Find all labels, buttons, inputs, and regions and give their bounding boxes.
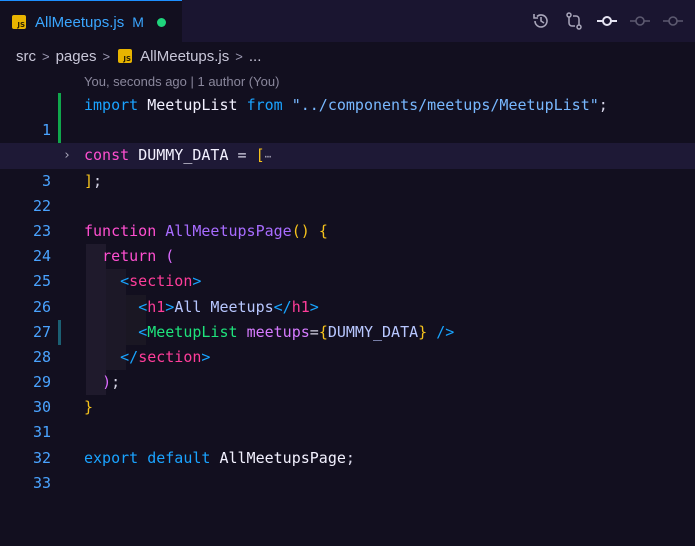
code-line[interactable]: 1 import MeetupList from "../components/… — [0, 93, 695, 139]
breadcrumb-src[interactable]: src — [16, 48, 36, 65]
previous-change-icon[interactable] — [629, 10, 651, 32]
git-added-indicator[interactable] — [58, 118, 61, 144]
token: ; — [598, 96, 608, 114]
code-line[interactable]: 29 </section> — [0, 344, 695, 391]
token: "../components/meetups/MeetupList" — [291, 96, 599, 114]
javascript-file-icon: JS — [118, 49, 133, 63]
code-line[interactable]: 30 ); — [0, 370, 695, 416]
code-line[interactable]: 23 — [0, 194, 695, 240]
token: ] — [84, 171, 94, 190]
history-icon[interactable] — [530, 10, 552, 32]
token: import — [84, 96, 139, 114]
code-line[interactable]: 28 <MeetupList meetups={DUMMY_DATA} /> — [0, 319, 695, 366]
line-number: 33 — [32, 473, 51, 492]
code-line[interactable]: 25 return ( — [0, 244, 695, 290]
token: AllMeetupsPage — [165, 221, 292, 240]
token: [ — [255, 146, 265, 165]
token: All Meetups — [174, 297, 274, 316]
code-line[interactable]: 27 <h1>All Meetups</h1> — [0, 294, 695, 341]
javascript-file-icon: JS — [12, 15, 26, 29]
code-line[interactable]: 32 — [0, 420, 695, 467]
token: from — [246, 96, 283, 114]
breadcrumb: src > pages > JS AllMeetups.js > ... — [0, 42, 695, 70]
code-editor[interactable]: 1 import MeetupList from "../components/… — [0, 93, 695, 492]
token: default — [147, 448, 211, 467]
code-line[interactable]: 26 <section> — [0, 269, 695, 316]
fold-chevron-right-icon[interactable]: › — [63, 143, 71, 168]
code-line[interactable]: 24 function AllMeetupsPage() { — [0, 219, 695, 265]
unsaved-dot-icon[interactable] — [156, 17, 166, 27]
editor-tab-bar: JS AllMeetups.js M — [0, 0, 695, 43]
breadcrumb-symbols[interactable]: ... — [249, 48, 262, 65]
token: DUMMY_DATA — [327, 322, 419, 341]
token: section — [138, 347, 202, 366]
compare-changes-icon[interactable] — [563, 10, 585, 32]
code-line[interactable]: 2 — [0, 118, 695, 164]
token: const — [84, 146, 130, 165]
token: ; — [93, 171, 103, 190]
token: h1 — [147, 297, 166, 316]
code-line[interactable]: 22 ]; — [0, 169, 695, 215]
tab-label: AllMeetups.js — [35, 13, 125, 31]
breadcrumb-separator: > — [102, 48, 111, 64]
token: AllMeetupsPage — [219, 448, 346, 467]
folded-ellipsis-icon[interactable]: ⋯ — [265, 150, 272, 163]
token: } — [84, 398, 94, 417]
token: export — [84, 448, 139, 467]
git-blame-lens[interactable]: You, seconds ago | 1 author (You) — [84, 74, 279, 89]
next-change-icon[interactable] — [662, 10, 684, 32]
token: section — [129, 272, 193, 291]
code-line[interactable]: 33 export default AllMeetupsPage; — [0, 446, 695, 492]
git-commit-icon[interactable] — [596, 10, 618, 32]
breadcrumb-separator: > — [42, 48, 50, 64]
editor-actions — [530, 0, 695, 42]
tab-allmeetups[interactable]: JS AllMeetups.js M — [0, 0, 182, 43]
code-line[interactable]: 31 } — [0, 395, 695, 441]
git-modified-indicator[interactable] — [58, 319, 61, 345]
git-added-indicator[interactable] — [58, 93, 61, 119]
token: h1 — [291, 297, 310, 316]
token: ( — [165, 247, 175, 266]
token: () — [291, 221, 310, 240]
token: MeetupList — [147, 96, 238, 114]
token: function — [84, 221, 157, 240]
modified-marker: M — [132, 14, 144, 30]
breadcrumb-separator: > — [235, 48, 243, 64]
token: meetups — [246, 322, 310, 341]
breadcrumb-file[interactable]: AllMeetups.js — [140, 48, 229, 65]
token: MeetupList — [147, 322, 238, 341]
token: DUMMY_DATA — [138, 146, 229, 165]
token: return — [102, 247, 157, 266]
code-line-current[interactable]: 3 › const DUMMY_DATA = [⋯ — [0, 143, 695, 190]
token: { — [318, 221, 328, 240]
token: ) — [102, 373, 112, 392]
breadcrumb-pages[interactable]: pages — [56, 48, 97, 65]
